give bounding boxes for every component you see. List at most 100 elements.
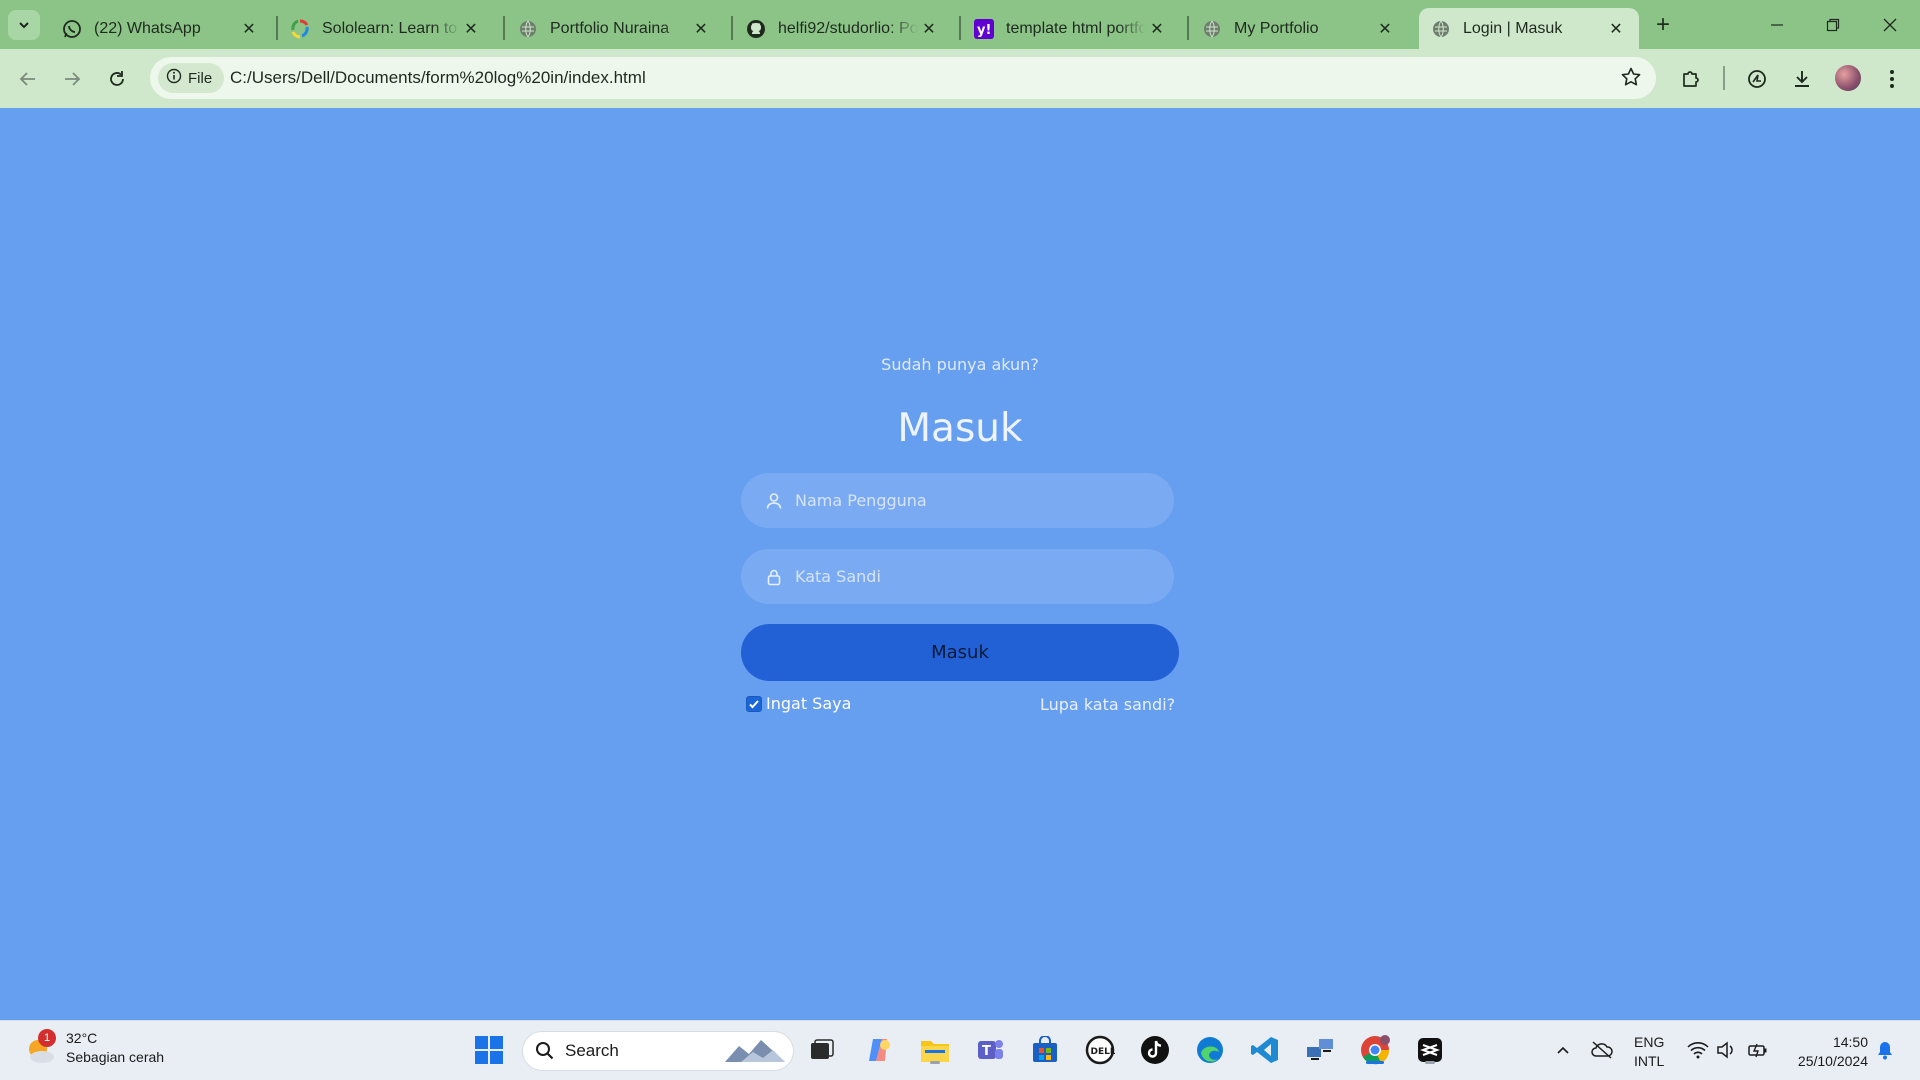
- password-field[interactable]: [741, 549, 1174, 604]
- tab-whatsapp[interactable]: (22) WhatsApp ✕: [50, 8, 272, 49]
- extensions-button[interactable]: [1675, 63, 1707, 95]
- forgot-password-link[interactable]: Lupa kata sandi?: [1040, 695, 1175, 714]
- remember-me-label[interactable]: Ingat Saya: [766, 694, 851, 713]
- volume-button[interactable]: [1713, 1033, 1739, 1067]
- bookmark-star-icon[interactable]: [1620, 66, 1642, 93]
- teams-button[interactable]: T: [973, 1033, 1007, 1067]
- github-icon: [746, 19, 766, 39]
- forward-button[interactable]: [56, 63, 88, 95]
- arrow-left-icon: [19, 72, 35, 86]
- browser-toolbar: File C:/Users/Dell/Documents/form%20log%…: [0, 49, 1920, 108]
- close-icon[interactable]: ✕: [690, 18, 712, 40]
- address-bar[interactable]: File C:/Users/Dell/Documents/form%20log%…: [150, 57, 1656, 99]
- tab-github[interactable]: helfi92/studorlio: Por ✕: [734, 8, 952, 49]
- weather-widget[interactable]: 1 32°C Sebagian cerah: [24, 1029, 164, 1067]
- capcut-button[interactable]: [1413, 1033, 1447, 1067]
- tab-title: helfi92/studorlio: Por: [778, 19, 918, 37]
- system-clock[interactable]: 14:50 25/10/2024: [1784, 1033, 1868, 1071]
- tab-divider: [959, 16, 961, 40]
- username-field[interactable]: [741, 473, 1174, 528]
- windows-logo-icon: [475, 1036, 503, 1064]
- tab-title: Portfolio Nuraina: [550, 19, 670, 37]
- more-vertical-icon: [1890, 70, 1894, 88]
- microsoft-store-button[interactable]: [1028, 1033, 1062, 1067]
- folder-icon: [921, 1041, 949, 1062]
- login-submit-button[interactable]: Masuk: [741, 624, 1179, 681]
- tab-sololearn[interactable]: Sololearn: Learn to C ✕: [278, 8, 494, 49]
- login-subheading: Sudah punya akun?: [881, 355, 1039, 374]
- task-view-button[interactable]: [805, 1033, 839, 1067]
- onedrive-button[interactable]: [1589, 1033, 1615, 1067]
- tab-divider: [503, 16, 505, 40]
- wifi-button[interactable]: [1685, 1033, 1711, 1067]
- minimize-icon: [1771, 23, 1783, 26]
- tab-portfolio-nuraina[interactable]: Portfolio Nuraina ✕: [506, 8, 724, 49]
- file-explorer-button[interactable]: [918, 1033, 952, 1067]
- edge-button[interactable]: [1193, 1033, 1227, 1067]
- tab-divider: [731, 16, 733, 40]
- windows-taskbar: 1 32°C Sebagian cerah Search T DELL ENG …: [0, 1020, 1920, 1080]
- whatsapp-icon: [62, 19, 82, 39]
- network-app-button[interactable]: [1303, 1033, 1337, 1067]
- speaker-icon: [1717, 1041, 1733, 1059]
- close-icon[interactable]: ✕: [918, 18, 940, 40]
- active-indicator: [1366, 1061, 1384, 1064]
- back-button[interactable]: [12, 63, 44, 95]
- running-indicator: [1425, 1061, 1435, 1064]
- restore-icon: [1826, 18, 1840, 31]
- taskbar-search[interactable]: Search: [522, 1031, 794, 1071]
- tab-search-button[interactable]: [8, 10, 40, 40]
- copilot-button[interactable]: [863, 1033, 897, 1067]
- remember-me[interactable]: Ingat Saya: [746, 694, 851, 713]
- tiktok-button[interactable]: [1138, 1033, 1172, 1067]
- user-icon: [765, 492, 783, 510]
- password-input[interactable]: [795, 567, 1174, 586]
- close-icon[interactable]: ✕: [1146, 18, 1168, 40]
- reload-button[interactable]: [101, 63, 133, 95]
- close-icon[interactable]: ✕: [1605, 18, 1627, 40]
- store-icon: [1033, 1036, 1057, 1062]
- sololearn-icon: [290, 18, 310, 39]
- browser-menu-button[interactable]: [1876, 63, 1908, 95]
- close-icon[interactable]: ✕: [1374, 18, 1396, 40]
- tab-divider: [1187, 16, 1189, 40]
- performance-button[interactable]: [1741, 63, 1773, 95]
- chevron-down-icon: [19, 22, 29, 29]
- new-tab-button[interactable]: +: [1648, 10, 1678, 40]
- chrome-button[interactable]: [1358, 1033, 1392, 1067]
- tab-my-portfolio[interactable]: My Portfolio ✕: [1190, 8, 1408, 49]
- checkmark-icon: [749, 699, 759, 708]
- tab-login-masuk[interactable]: Login | Masuk ✕: [1419, 8, 1639, 49]
- site-info-chip[interactable]: File: [158, 63, 225, 93]
- close-icon: [1883, 18, 1897, 31]
- downloads-button[interactable]: [1786, 63, 1818, 95]
- close-icon[interactable]: ✕: [460, 18, 482, 40]
- tab-yahoo-search[interactable]: y! template html portfo ✕: [962, 8, 1180, 49]
- copilot-icon: [869, 1039, 890, 1061]
- remember-me-checkbox[interactable]: [746, 695, 762, 712]
- restore-button[interactable]: [1805, 0, 1861, 49]
- profile-avatar[interactable]: [1835, 65, 1861, 91]
- tab-title: (22) WhatsApp: [94, 19, 201, 37]
- close-icon[interactable]: ✕: [238, 18, 260, 40]
- minimize-button[interactable]: [1749, 0, 1805, 49]
- speedometer-icon: [1748, 70, 1766, 88]
- dell-button[interactable]: DELL: [1083, 1033, 1117, 1067]
- clock-time: 14:50: [1832, 1034, 1868, 1050]
- weather-badge: 1: [38, 1029, 56, 1047]
- chevron-up-icon: [1557, 1046, 1569, 1054]
- show-hidden-icons-button[interactable]: [1550, 1033, 1576, 1067]
- username-input[interactable]: [795, 491, 1174, 510]
- close-window-button[interactable]: [1862, 0, 1918, 49]
- url-text[interactable]: C:/Users/Dell/Documents/form%20log%20in/…: [230, 68, 646, 88]
- globe-icon: [1202, 19, 1222, 39]
- notifications-button[interactable]: [1872, 1033, 1898, 1067]
- language-indicator[interactable]: ENG INTL: [1634, 1033, 1664, 1071]
- reload-icon: [110, 71, 124, 86]
- svg-text:DELL: DELL: [1091, 1047, 1116, 1057]
- wifi-icon: [1687, 1042, 1709, 1059]
- start-button[interactable]: [472, 1033, 506, 1067]
- site-info-label: File: [188, 69, 213, 87]
- battery-button[interactable]: [1745, 1033, 1771, 1067]
- vscode-button[interactable]: [1248, 1033, 1282, 1067]
